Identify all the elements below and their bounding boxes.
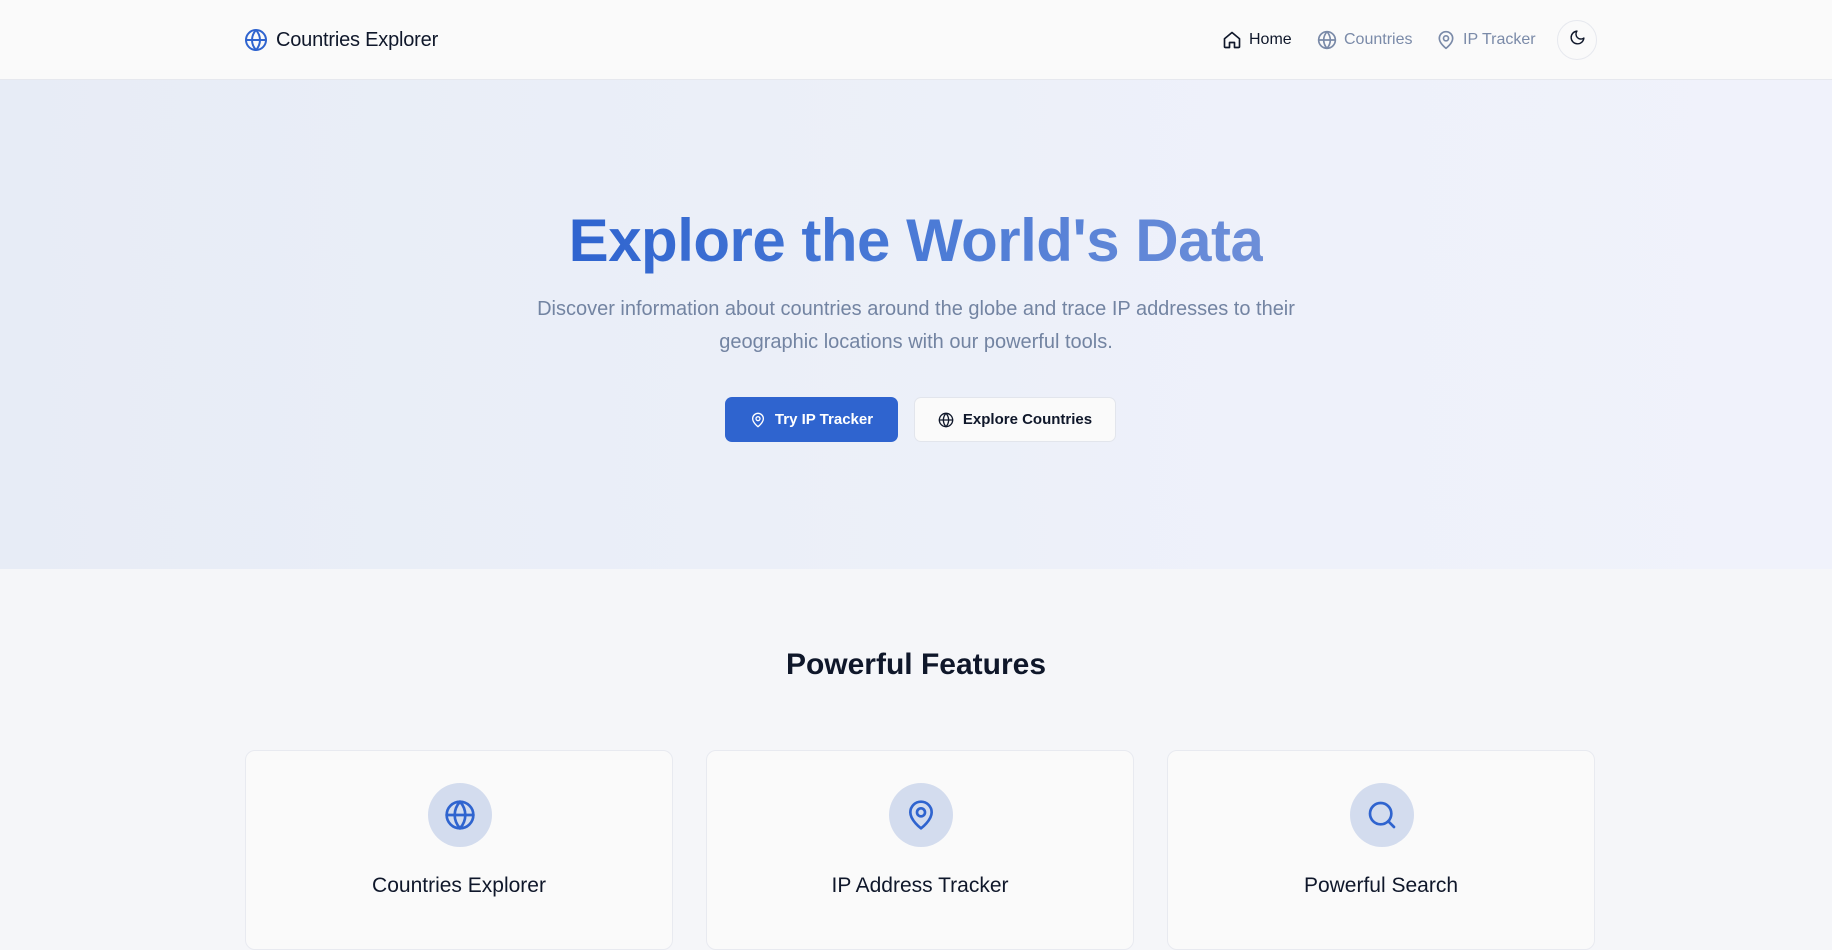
top-navbar: Countries Explorer Home Countries IP Tra… (0, 0, 1832, 80)
nav-ip-tracker[interactable]: IP Tracker (1436, 26, 1536, 54)
nav-countries[interactable]: Countries (1317, 26, 1412, 54)
map-pin-icon (889, 783, 953, 847)
brand-link[interactable]: Countries Explorer (244, 26, 438, 54)
hero-title: Explore the World's Data (0, 206, 1832, 275)
explore-countries-button[interactable]: Explore Countries (914, 397, 1116, 442)
globe-icon (1317, 30, 1337, 50)
nav-countries-label: Countries (1344, 31, 1413, 48)
features-heading: Powerful Features (785, 648, 1047, 681)
feature-card-title: Countries Explorer (372, 874, 546, 897)
feature-card-countries: Countries Explorer (245, 750, 673, 950)
feature-card-ip-tracker: IP Address Tracker (706, 750, 1134, 950)
feature-card-search: Powerful Search (1167, 750, 1595, 950)
search-icon (1350, 783, 1414, 847)
globe-icon (428, 783, 492, 847)
nav-home-label: Home (1249, 31, 1292, 48)
map-pin-icon (750, 412, 766, 428)
try-ip-tracker-label: Try IP Tracker (774, 411, 874, 428)
home-icon (1222, 30, 1242, 50)
hero-section: Explore the World's Data Discover inform… (0, 80, 1832, 569)
globe-icon (244, 28, 268, 52)
nav-ip-tracker-label: IP Tracker (1463, 31, 1536, 48)
explore-countries-label: Explore Countries (962, 411, 1093, 428)
brand-name: Countries Explorer (276, 28, 439, 51)
hero-title-text: Explore the World's Data (568, 207, 1264, 274)
theme-toggle-button[interactable] (1557, 20, 1597, 60)
nav-home[interactable]: Home (1222, 26, 1292, 54)
feature-card-title: Powerful Search (1303, 874, 1459, 897)
feature-card-title: IP Address Tracker (831, 874, 1009, 897)
hero-subtitle: Discover information about countries aro… (537, 298, 1295, 353)
map-pin-icon (1436, 30, 1456, 50)
globe-icon (938, 412, 954, 428)
moon-icon (1569, 29, 1586, 51)
try-ip-tracker-button[interactable]: Try IP Tracker (725, 397, 898, 442)
